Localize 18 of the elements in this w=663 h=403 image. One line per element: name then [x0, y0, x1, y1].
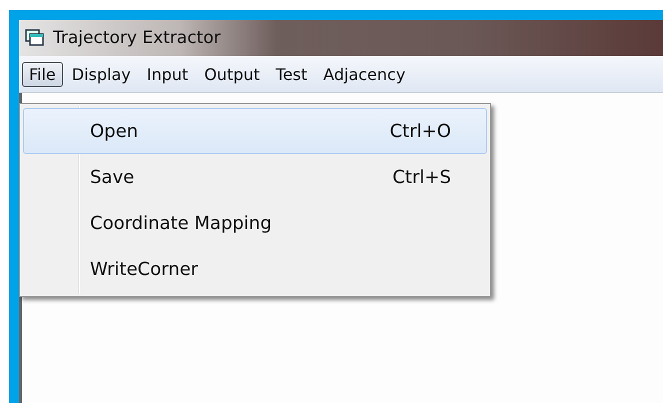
menu-item[interactable]: Adjacency [316, 62, 412, 86]
shortcut-text: Ctrl+O [390, 120, 451, 142]
menu-entry-label: Save [90, 166, 134, 188]
menu-entry-label: Coordinate Mapping [90, 212, 272, 234]
menu-entry[interactable]: Coordinate Mapping [23, 200, 487, 246]
window-title: Trajectory Extractor [53, 28, 221, 48]
menu-item[interactable]: File [22, 62, 63, 86]
shortcut-text: Ctrl+S [392, 166, 451, 188]
menu-item[interactable]: Test [268, 62, 314, 86]
menu-entry[interactable]: WriteCorner [23, 246, 487, 292]
menu-item[interactable]: Display [64, 62, 138, 86]
menu-item[interactable]: Input [140, 62, 196, 86]
menu-entry-label: Open [90, 120, 138, 142]
menu-entry[interactable]: Save Ctrl+S [23, 154, 487, 200]
window-icon [25, 29, 45, 47]
menu-entry-label: WriteCorner [90, 258, 198, 280]
menu-item[interactable]: Output [197, 62, 267, 86]
menu-entry[interactable]: Open Ctrl+O [23, 108, 487, 154]
